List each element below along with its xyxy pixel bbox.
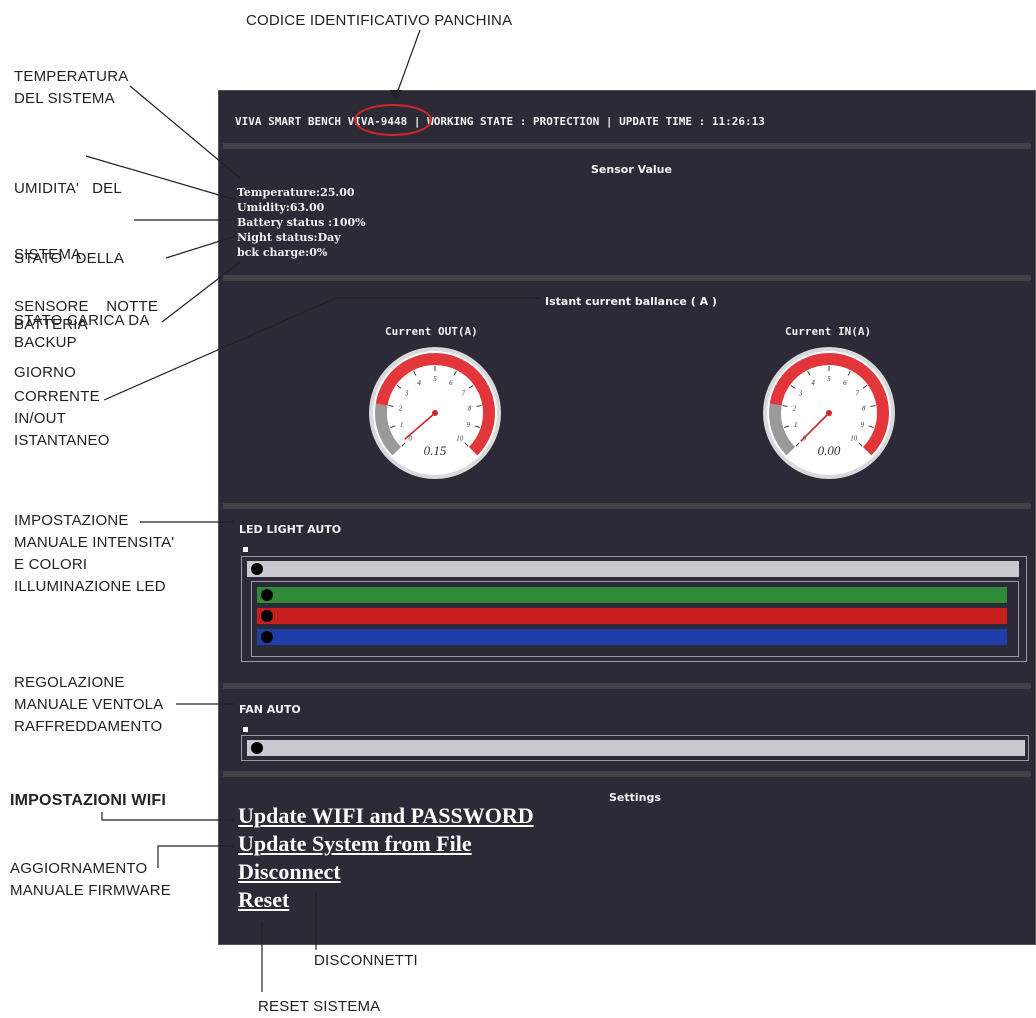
arrow-line — [101, 812, 234, 821]
annotation-line: BACKUP — [14, 334, 77, 351]
arrow-line — [395, 29, 421, 97]
slider-knob[interactable] — [251, 742, 263, 754]
gauge-value: 0.00 — [818, 443, 841, 458]
slider-knob[interactable] — [261, 589, 273, 601]
status-bar: VIVA SMART BENCH VIVA-9448 | WORKING STA… — [219, 101, 1035, 143]
annotation-reset: RESET SISTEMA — [258, 998, 381, 1015]
gauge-tick-label: 5 — [827, 375, 831, 383]
gauge-tick-label: 7 — [856, 389, 860, 397]
fan-section: FAN AUTO — [223, 683, 1031, 771]
annotation-line: MANUALE INTENSITA' — [14, 534, 175, 551]
gauge-current-in: 0123456789100.00 — [763, 347, 895, 479]
annotation-line: GIORNO — [14, 364, 77, 381]
gauge-tick-label: 5 — [433, 375, 437, 383]
annotation-line: MANUALE FIRMWARE — [10, 882, 171, 899]
annotation-line: UMIDITA' DEL — [14, 180, 122, 197]
led-intensity-slider[interactable] — [247, 561, 1019, 577]
current-title: Istant current ballance ( A ) — [545, 295, 717, 308]
bench-id: VIVA-9448 — [347, 115, 408, 128]
annotation-wifi: IMPOSTAZIONI WIFI — [10, 792, 166, 809]
gauge-tick-label: 8 — [862, 405, 866, 413]
led-blue-slider[interactable] — [257, 629, 1007, 645]
gauge-hub — [826, 410, 832, 416]
annotation-disconnetti: DISCONNETTI — [314, 952, 418, 969]
led-title: LED LIGHT AUTO — [239, 523, 342, 536]
annotation-led: IMPOSTAZIONE MANUALE INTENSITA' E COLORI… — [14, 510, 174, 598]
gauge-tick-label: 1 — [400, 421, 404, 429]
annotation-line: AGGIORNAMENTO — [10, 860, 148, 877]
sensor-night: Night status:Day — [237, 231, 341, 244]
gauge-tick-label: 4 — [417, 379, 421, 387]
gauge-tick-label: 7 — [462, 389, 466, 397]
gauge-tick-label: 8 — [468, 405, 472, 413]
gauge-tick-label: 10 — [850, 435, 858, 443]
annotation-line: MANUALE VENTOLA — [14, 696, 164, 713]
sensor-bck-charge: bck charge:0% — [237, 246, 328, 259]
annotation-codice: CODICE IDENTIFICATIVO PANCHINA — [246, 12, 513, 29]
update-wifi-link[interactable]: Update WIFI and PASSWORD — [238, 803, 534, 829]
fan-speed-slider[interactable] — [247, 740, 1025, 756]
dashboard-panel: VIVA SMART BENCH VIVA-9448 | WORKING STA… — [218, 90, 1036, 945]
gauge-tick-label: 1 — [794, 421, 798, 429]
working-state: | WORKING STATE : PROTECTION | UPDATE TI… — [407, 115, 765, 128]
led-green-slider[interactable] — [257, 587, 1007, 603]
annotation-line: TEMPERATURA — [14, 68, 129, 85]
fan-auto-checkbox[interactable] — [243, 727, 248, 732]
slider-knob[interactable] — [261, 610, 273, 622]
bench-title: VIVA SMART BENCH — [235, 115, 348, 128]
annotation-line: STATO CARICA DA — [14, 312, 150, 329]
gauge-tick-label: 2 — [793, 405, 797, 413]
gauge-tick-label: 6 — [843, 379, 847, 387]
gauge-tick-label: 9 — [467, 421, 471, 429]
annotation-line: E COLORI — [14, 556, 88, 573]
annotation-line: ILLUMINAZIONE LED — [14, 578, 166, 595]
annotation-line: IN/OUT — [14, 410, 67, 427]
annotation-line: DEL SISTEMA — [14, 90, 115, 107]
annotation-line: IMPOSTAZIONE — [14, 512, 129, 529]
annotation-line: ISTANTANEO — [14, 432, 110, 449]
gauge-tick-label: 4 — [811, 379, 815, 387]
annotation-firmware: AGGIORNAMENTO MANUALE FIRMWARE — [10, 858, 171, 902]
disconnect-link[interactable]: Disconnect — [238, 859, 341, 885]
sensor-section: Sensor Value Temperature:25.00 Umidity:6… — [223, 143, 1031, 275]
reset-link[interactable]: Reset — [238, 887, 289, 913]
annotation-corrente: CORRENTE IN/OUT ISTANTANEO — [14, 386, 110, 452]
gauge-current-out: 01234 5 6789100.15 — [369, 347, 501, 479]
gauge-tick-label: 10 — [456, 435, 464, 443]
slider-knob[interactable] — [251, 563, 263, 575]
fan-title: FAN AUTO — [239, 703, 301, 716]
current-section: Istant current ballance ( A ) Current OU… — [223, 275, 1031, 503]
sensor-humidity: Umidity:63.00 — [237, 201, 325, 214]
settings-title: Settings — [609, 791, 661, 804]
gauge-tick-label: 6 — [449, 379, 453, 387]
annotation-fan: REGOLAZIONE MANUALE VENTOLA RAFFREDDAMEN… — [14, 672, 163, 738]
update-system-link[interactable]: Update System from File — [238, 831, 472, 857]
gauge-tick-label: 9 — [861, 421, 865, 429]
current-out-title: Current OUT(A) — [385, 325, 478, 338]
sensor-list: Temperature:25.00 Umidity:63.00 Battery … — [237, 185, 366, 260]
gauge-tick-label: 3 — [798, 389, 803, 397]
annotation-line: CORRENTE — [14, 388, 100, 405]
gauge-tick-label: 3 — [404, 389, 409, 397]
annotation-carica: STATO CARICA DA BACKUP — [14, 310, 150, 354]
annotation-line: REGOLAZIONE — [14, 674, 125, 691]
gauge-value: 0.15 — [424, 443, 447, 458]
current-in-title: Current IN(A) — [785, 325, 872, 338]
gauge-tick-label: 2 — [399, 405, 403, 413]
sensor-battery: Battery status :100% — [237, 216, 366, 229]
annotation-temperatura: TEMPERATURA DEL SISTEMA — [14, 66, 128, 110]
annotation-line: RAFFREDDAMENTO — [14, 718, 163, 735]
led-auto-checkbox[interactable] — [243, 547, 248, 552]
slider-knob[interactable] — [261, 631, 273, 643]
settings-section: Settings Update WIFI and PASSWORD Update… — [223, 771, 1031, 944]
gauge-hub — [432, 410, 438, 416]
led-section: LED LIGHT AUTO — [223, 503, 1031, 683]
sensor-temperature: Temperature:25.00 — [237, 186, 355, 199]
led-red-slider[interactable] — [257, 608, 1007, 624]
sensor-title: Sensor Value — [591, 163, 672, 176]
